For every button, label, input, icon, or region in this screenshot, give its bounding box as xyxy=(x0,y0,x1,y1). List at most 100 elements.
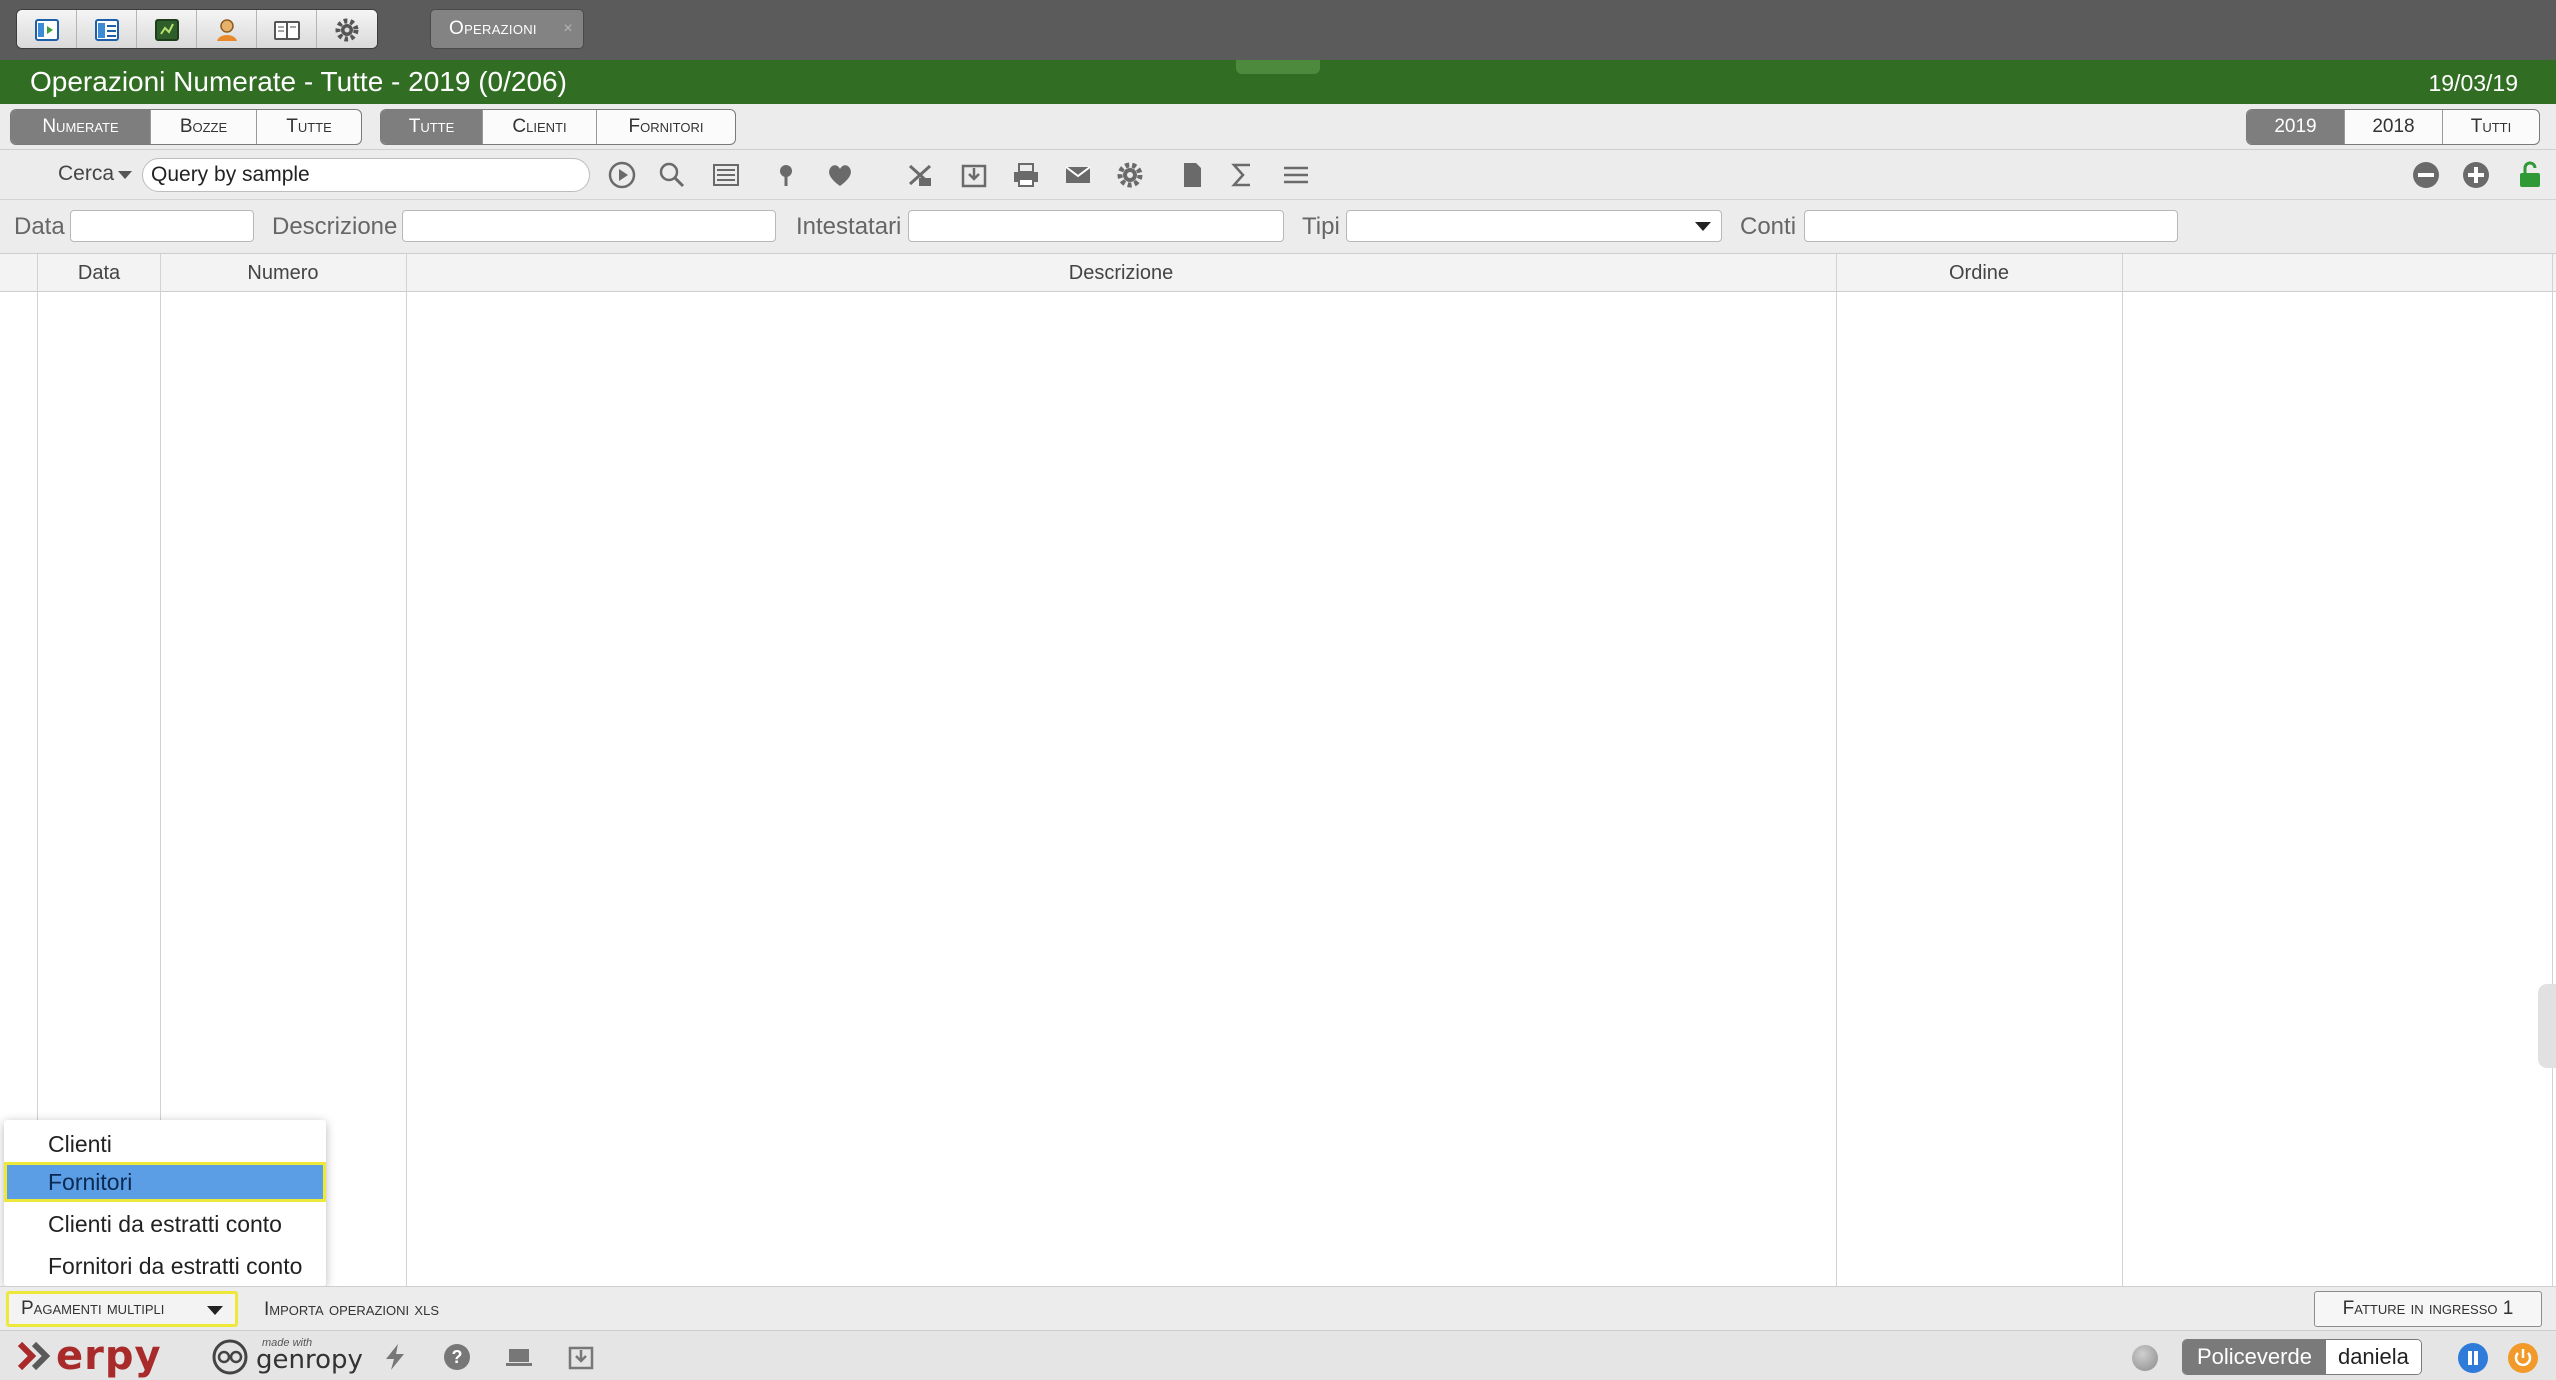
excel-icon[interactable] xyxy=(904,160,936,190)
status-numerate-button[interactable]: Numerate xyxy=(11,110,151,144)
chevron-down-icon xyxy=(1695,222,1711,231)
tab-operazioni-label: Operazioni xyxy=(449,18,537,39)
operations-grid: Data Numero Descrizione Ordine xyxy=(0,254,2556,1286)
sum-icon[interactable] xyxy=(1226,160,1258,190)
bottom-action-bar: Pagamenti multipli Importa operazioni xl… xyxy=(0,1286,2556,1330)
genropy-logo: made with genropy xyxy=(210,1337,363,1375)
table-icon[interactable] xyxy=(77,10,137,48)
year-tutti-button[interactable]: Tutti xyxy=(2443,110,2539,144)
run-icon[interactable] xyxy=(606,160,638,190)
column-header-data[interactable]: Data xyxy=(38,254,160,292)
pagamenti-dropdown-menu: Clienti Fornitori Clienti da estratti co… xyxy=(4,1120,326,1286)
search-label[interactable]: Cerca xyxy=(58,162,114,186)
menu-item-fornitori-estratti[interactable]: Fornitori da estratti conto xyxy=(4,1246,326,1286)
field-filter-row: Data Descrizione Intestatari Tipi Conti xyxy=(0,200,2556,254)
menu-item-clienti[interactable]: Clienti xyxy=(4,1124,326,1164)
status-filter-group: Numerate Bozze Tutte xyxy=(10,109,362,145)
side-panel-handle[interactable] xyxy=(2538,984,2556,1068)
chevron-down-icon xyxy=(207,1306,223,1315)
company-name[interactable]: Policeverde xyxy=(2183,1340,2326,1374)
search-icon[interactable] xyxy=(656,160,688,190)
column-divider xyxy=(2552,254,2553,1286)
status-tutte-button[interactable]: Tutte xyxy=(257,110,361,144)
intestatari-filter-input[interactable] xyxy=(908,210,1284,242)
party-clienti-button[interactable]: Clienti xyxy=(483,110,597,144)
erpy-logo: erpy xyxy=(16,1333,162,1379)
menu-item-fornitori[interactable]: Fornitori xyxy=(4,1162,326,1202)
book-icon[interactable] xyxy=(257,10,317,48)
search-input[interactable] xyxy=(142,158,590,192)
mail-icon[interactable] xyxy=(1062,160,1094,190)
tipi-filter-label: Tipi xyxy=(1302,213,1340,240)
accounting-icon[interactable] xyxy=(137,10,197,48)
erpy-wordmark: erpy xyxy=(56,1333,162,1379)
connection-status-icon xyxy=(2132,1345,2158,1371)
party-tutte-button[interactable]: Tutte xyxy=(381,110,483,144)
importa-xls-button[interactable]: Importa operazioni xls xyxy=(264,1299,439,1321)
current-date: 19/03/19 xyxy=(2428,70,2518,96)
laptop-icon[interactable] xyxy=(502,1341,536,1373)
column-divider xyxy=(2122,254,2123,1286)
pause-icon[interactable] xyxy=(2458,1343,2488,1373)
user-session-box[interactable]: Policeverde daniela xyxy=(2182,1339,2422,1375)
chevron-down-icon[interactable] xyxy=(118,171,132,179)
grid-header: Data Numero Descrizione Ordine xyxy=(0,254,2556,292)
party-filter-group: Tutte Clienti Fornitori xyxy=(380,109,736,145)
filter-segment-row: Numerate Bozze Tutte Tutte Clienti Forni… xyxy=(0,104,2556,150)
pagamenti-multipli-label: Pagamenti multipli xyxy=(21,1298,165,1319)
tab-close-icon[interactable]: × xyxy=(563,20,573,38)
app-top-bar: Operazioni × xyxy=(0,0,2556,60)
made-with-text: made with xyxy=(262,1337,313,1349)
user-icon[interactable] xyxy=(197,10,257,48)
document-icon[interactable] xyxy=(1176,160,1208,190)
year-2018-button[interactable]: 2018 xyxy=(2345,110,2443,144)
genropy-mark-icon xyxy=(212,1339,248,1375)
user-name[interactable]: daniela xyxy=(2325,1340,2421,1374)
column-header-descrizione[interactable]: Descrizione xyxy=(406,254,1836,292)
status-bozze-button[interactable]: Bozze xyxy=(151,110,257,144)
list-icon[interactable] xyxy=(710,160,742,190)
page-title-bar: Operazioni Numerate - Tutte - 2019 (0/20… xyxy=(0,60,2556,104)
download-icon[interactable] xyxy=(564,1341,598,1373)
page-title: Operazioni Numerate - Tutte - 2019 (0/20… xyxy=(30,66,567,97)
app-footer: erpy made with genropy ? Policeverde dan… xyxy=(0,1330,2556,1380)
minus-icon[interactable] xyxy=(2410,160,2442,190)
year-2019-button[interactable]: 2019 xyxy=(2247,110,2345,144)
query-toolbar: Cerca xyxy=(0,150,2556,200)
gear-icon[interactable] xyxy=(317,10,377,48)
power-icon[interactable] xyxy=(2508,1343,2538,1373)
year-filter-group: 2019 2018 Tutti xyxy=(2246,109,2540,145)
tipi-filter-select[interactable] xyxy=(1346,210,1722,242)
conti-filter-input[interactable] xyxy=(1804,210,2178,242)
data-filter-label: Data xyxy=(14,213,65,240)
column-header-numero[interactable]: Numero xyxy=(160,254,406,292)
tab-operazioni[interactable]: Operazioni × xyxy=(430,9,584,49)
pagamenti-multipli-button[interactable]: Pagamenti multipli xyxy=(6,1291,238,1327)
conti-filter-label: Conti xyxy=(1740,213,1797,240)
menu-item-clienti-estratti[interactable]: Clienti da estratti conto xyxy=(4,1204,326,1244)
heart-icon[interactable] xyxy=(824,160,856,190)
help-icon[interactable]: ? xyxy=(440,1341,474,1373)
data-filter-input[interactable] xyxy=(70,210,254,242)
descrizione-filter-input[interactable] xyxy=(402,210,776,242)
lightning-icon[interactable] xyxy=(378,1341,412,1373)
column-header-ordine[interactable]: Ordine xyxy=(1836,254,2122,292)
lock-icon[interactable] xyxy=(2514,160,2546,190)
title-drag-handle[interactable] xyxy=(1236,60,1320,74)
column-divider xyxy=(1836,254,1837,1286)
download-icon[interactable] xyxy=(958,160,990,190)
pin-icon[interactable] xyxy=(770,160,802,190)
app-icon-group xyxy=(16,9,378,49)
menu-icon[interactable] xyxy=(1280,160,1312,190)
genropy-wordmark: genropy xyxy=(256,1345,363,1375)
home-icon[interactable] xyxy=(17,10,77,48)
svg-text:?: ? xyxy=(452,1347,463,1367)
fatture-ingresso-button[interactable]: Fatture in ingresso 1 xyxy=(2314,1291,2542,1327)
plus-icon[interactable] xyxy=(2460,160,2492,190)
descrizione-filter-label: Descrizione xyxy=(272,213,398,240)
print-icon[interactable] xyxy=(1010,160,1042,190)
party-fornitori-button[interactable]: Fornitori xyxy=(597,110,735,144)
gear-icon[interactable] xyxy=(1114,160,1146,190)
column-divider xyxy=(406,254,407,1286)
erpy-mark-icon xyxy=(17,1341,51,1371)
